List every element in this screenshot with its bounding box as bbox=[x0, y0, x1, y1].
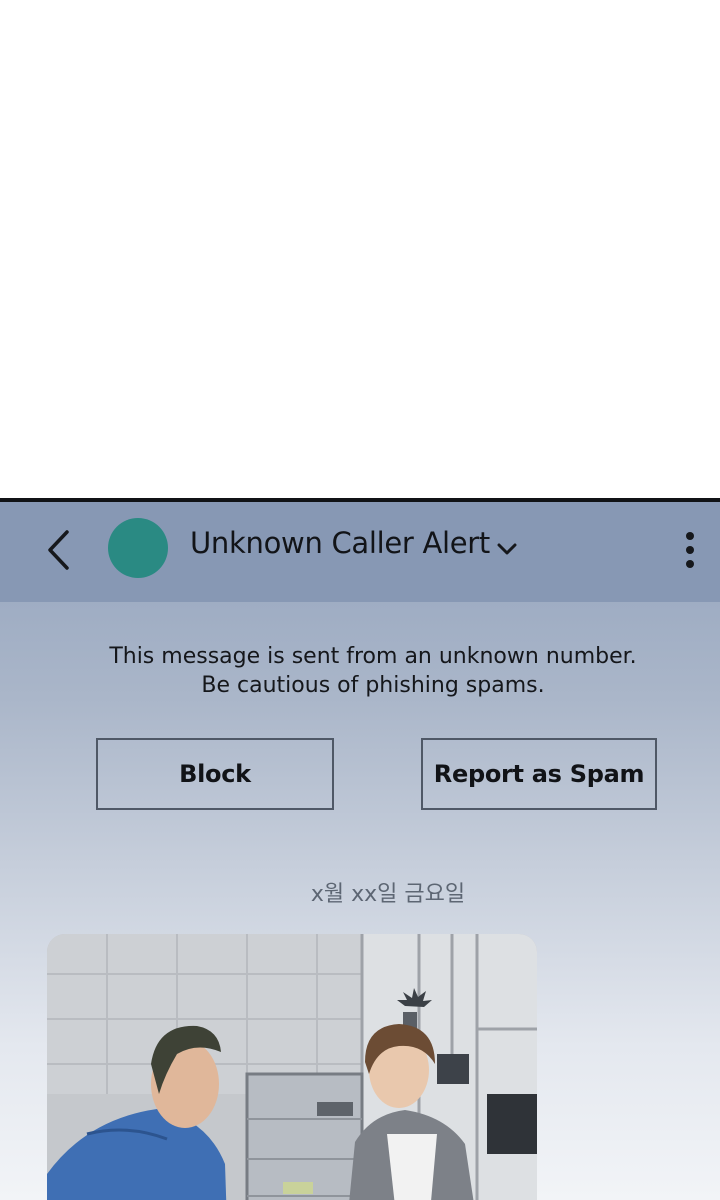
report-spam-button[interactable]: Report as Spam bbox=[421, 738, 657, 810]
warning-line-1: This message is sent from an unknown num… bbox=[109, 644, 637, 669]
contact-title: Unknown Caller Alert bbox=[190, 526, 490, 560]
image-message[interactable] bbox=[47, 934, 537, 1200]
unknown-number-warning: This message is sent from an unknown num… bbox=[0, 642, 720, 700]
block-button[interactable]: Block bbox=[96, 738, 334, 810]
blank-panel bbox=[0, 0, 720, 498]
more-menu-button[interactable] bbox=[670, 524, 710, 576]
contact-dropdown-button[interactable] bbox=[490, 532, 524, 566]
avatar[interactable] bbox=[108, 518, 168, 578]
messenger-screen: Unknown Caller Alert This message is sen… bbox=[0, 498, 720, 1200]
chevron-down-icon bbox=[497, 543, 517, 555]
date-separator: x월 xx일 금요일 bbox=[310, 882, 466, 907]
chevron-left-icon bbox=[48, 530, 69, 570]
more-vertical-icon bbox=[686, 532, 694, 568]
message-photo bbox=[47, 934, 537, 1200]
back-button[interactable] bbox=[36, 524, 80, 576]
warning-line-2: Be cautious of phishing spams. bbox=[201, 673, 545, 698]
chat-header: Unknown Caller Alert bbox=[0, 502, 720, 602]
